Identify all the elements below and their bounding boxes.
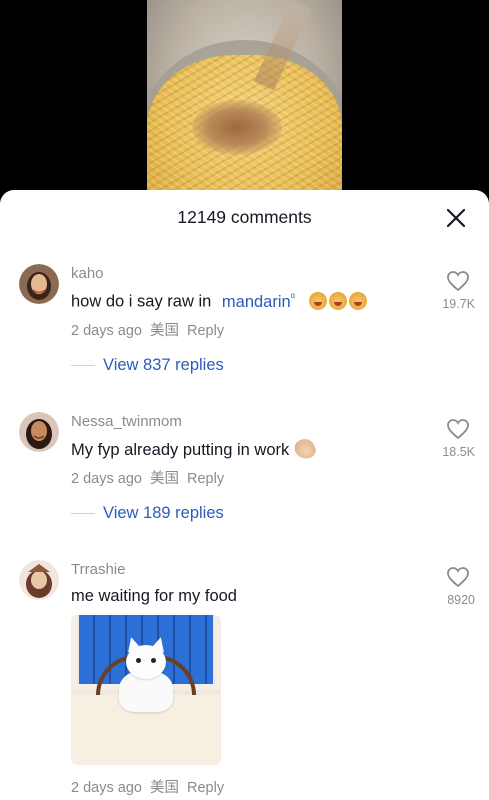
comment-meta: 2 days ago 美国 Reply bbox=[71, 776, 228, 797]
comment-meta: 2 days ago 美国 Reply bbox=[71, 319, 228, 340]
comment-text-body: My fyp already putting in work bbox=[71, 441, 290, 459]
heart-icon bbox=[447, 419, 469, 440]
avatar[interactable] bbox=[19, 412, 59, 452]
heart-icon bbox=[447, 567, 469, 588]
avatar[interactable] bbox=[19, 264, 59, 304]
comment-username[interactable]: kaho bbox=[71, 265, 104, 282]
cat-eye bbox=[136, 658, 141, 663]
comment-count: 12149 comments bbox=[177, 207, 312, 227]
comments-header: 12149 comments bbox=[0, 190, 489, 245]
comment-date: 2 days ago bbox=[71, 471, 142, 487]
like-button[interactable] bbox=[443, 418, 473, 440]
comment-text: My fyp already putting in work bbox=[71, 436, 319, 462]
emoji-face-icon bbox=[309, 291, 328, 310]
pinching-hand-icon bbox=[292, 436, 319, 462]
like-button[interactable] bbox=[443, 566, 473, 588]
like-count: 8920 bbox=[447, 593, 475, 607]
comment-date: 2 days ago bbox=[71, 780, 142, 796]
comment-text: me waiting for my food bbox=[71, 587, 237, 605]
comment-meta: 2 days ago 美国 Reply bbox=[71, 467, 228, 488]
emoji-group bbox=[307, 291, 368, 311]
reply-button[interactable]: Reply bbox=[187, 471, 224, 487]
video-frame-noodles[interactable] bbox=[147, 0, 342, 205]
heart-icon bbox=[447, 271, 469, 292]
comment-location: 美国 bbox=[149, 780, 179, 796]
emoji-face-icon bbox=[349, 291, 368, 310]
reply-button[interactable]: Reply bbox=[187, 780, 224, 796]
comment-username[interactable]: Nessa_twinmom bbox=[71, 413, 182, 430]
comment-location: 美国 bbox=[149, 323, 179, 339]
view-replies-button[interactable]: View 189 replies bbox=[71, 504, 224, 523]
like-count: 18.5K bbox=[442, 445, 475, 459]
avatar-image bbox=[19, 560, 59, 600]
comment-date: 2 days ago bbox=[71, 323, 142, 339]
comments-sheet: 12149 comments kaho how do i say raw in … bbox=[0, 190, 489, 800]
emoji-face-icon bbox=[329, 291, 348, 310]
comment-link-text: mandarin bbox=[221, 292, 291, 311]
like-button[interactable] bbox=[443, 270, 473, 292]
like-count: 19.7K bbox=[442, 297, 475, 311]
cat-head bbox=[126, 645, 166, 679]
comment-text: how do i say raw in mandarinᵅ bbox=[71, 291, 368, 312]
comment-username[interactable]: Trrashie bbox=[71, 561, 125, 578]
comment-location: 美国 bbox=[149, 471, 179, 487]
video-background bbox=[0, 0, 489, 205]
view-replies-button[interactable]: View 837 replies bbox=[71, 356, 224, 375]
avatar-image bbox=[19, 264, 59, 304]
comment-link[interactable]: mandarinᵅ bbox=[221, 291, 295, 311]
comment-text-body: how do i say raw in bbox=[71, 292, 216, 311]
link-suffix: ᵅ bbox=[290, 291, 295, 303]
close-icon[interactable] bbox=[445, 207, 467, 229]
cat-eye bbox=[151, 658, 156, 663]
avatar-image bbox=[19, 412, 59, 452]
avatar[interactable] bbox=[19, 560, 59, 600]
comment-image-cat[interactable] bbox=[71, 615, 221, 765]
reply-button[interactable]: Reply bbox=[187, 323, 224, 339]
seasoning bbox=[192, 100, 282, 155]
